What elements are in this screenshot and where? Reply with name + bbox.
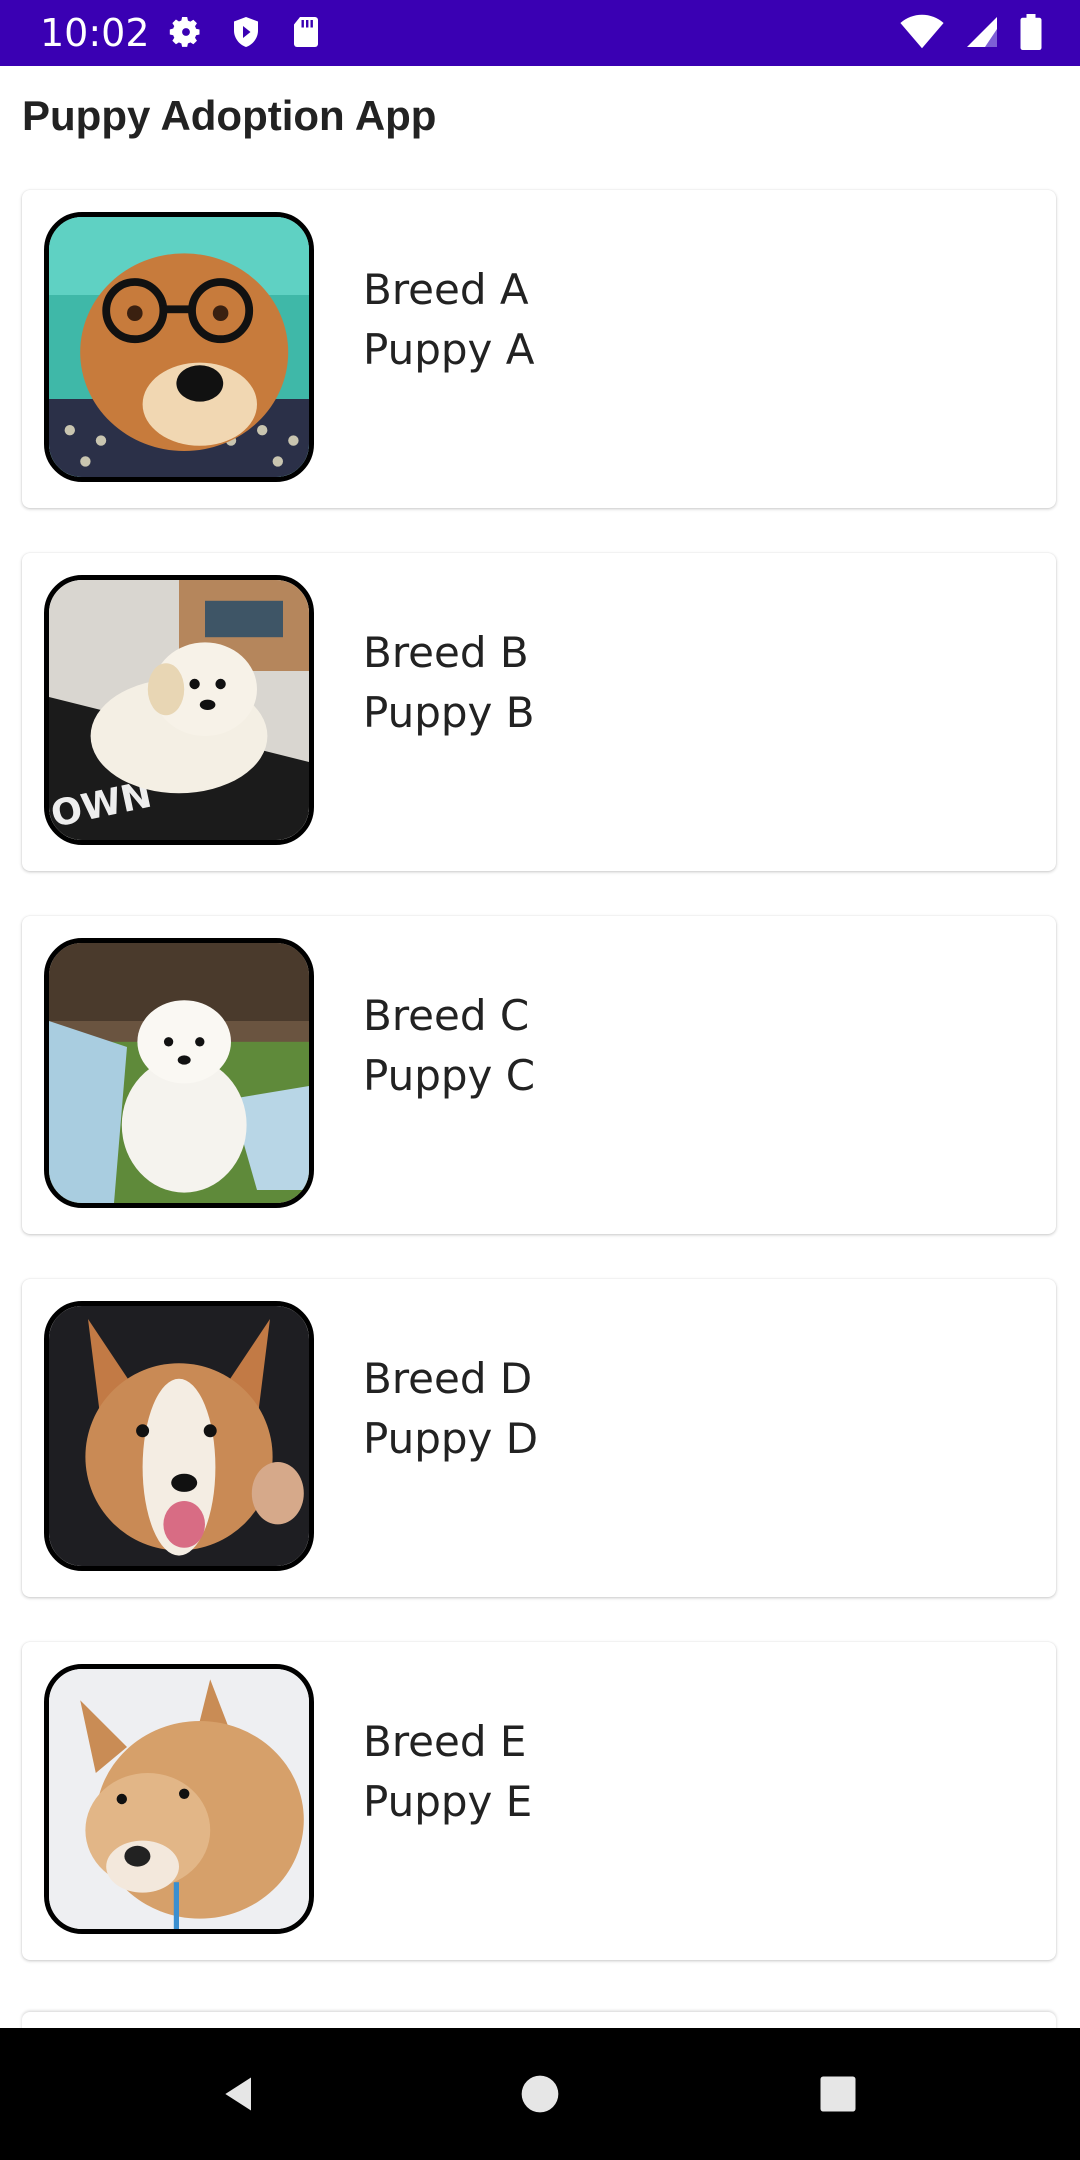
puppy-name: Puppy B <box>363 688 535 737</box>
shield-icon <box>228 14 264 52</box>
puppy-card[interactable]: Breed E Puppy E <box>22 1642 1056 1960</box>
puppy-breed: Breed B <box>363 628 529 677</box>
puppy-breed: Breed A <box>363 265 529 314</box>
puppy-card[interactable]: Breed D Puppy D <box>22 1279 1056 1597</box>
signal-icon <box>964 14 1000 52</box>
puppy-card[interactable]: Breed A Puppy A <box>22 190 1056 508</box>
status-bar: 10:02 <box>0 0 1080 66</box>
back-icon[interactable] <box>170 2028 310 2160</box>
puppy-breed: Breed E <box>363 1717 527 1766</box>
corgi-puppy-tongue-photo <box>44 1301 314 1571</box>
puppy-list[interactable]: Breed A Puppy A OWN Breed B Puppy B Bree… <box>22 190 1058 2005</box>
puppy-breed: Breed D <box>363 1354 533 1403</box>
status-time: 10:02 <box>40 11 150 55</box>
golden-retriever-puppy-photo: OWN <box>44 575 314 845</box>
navigation-bar <box>0 2028 1080 2160</box>
wifi-icon <box>900 14 944 52</box>
shiba-inu-snow-photo <box>44 1664 314 1934</box>
puppy-name: Puppy D <box>363 1414 539 1463</box>
white-fluffy-puppy-photo <box>44 938 314 1208</box>
battery-icon <box>1020 14 1044 52</box>
corgi-with-glasses-photo <box>44 212 314 482</box>
puppy-card[interactable]: OWN Breed B Puppy B <box>22 553 1056 871</box>
puppy-card[interactable]: Breed C Puppy C <box>22 916 1056 1234</box>
sd-card-icon <box>288 14 324 52</box>
puppy-breed: Breed C <box>363 991 530 1040</box>
puppy-name: Puppy A <box>363 325 535 374</box>
puppy-name: Puppy E <box>363 1777 533 1826</box>
recents-icon[interactable] <box>768 2028 908 2160</box>
puppy-name: Puppy C <box>363 1051 536 1100</box>
app-title: Puppy Adoption App <box>22 92 437 139</box>
gear-icon <box>168 14 204 52</box>
home-icon[interactable] <box>470 2028 610 2160</box>
